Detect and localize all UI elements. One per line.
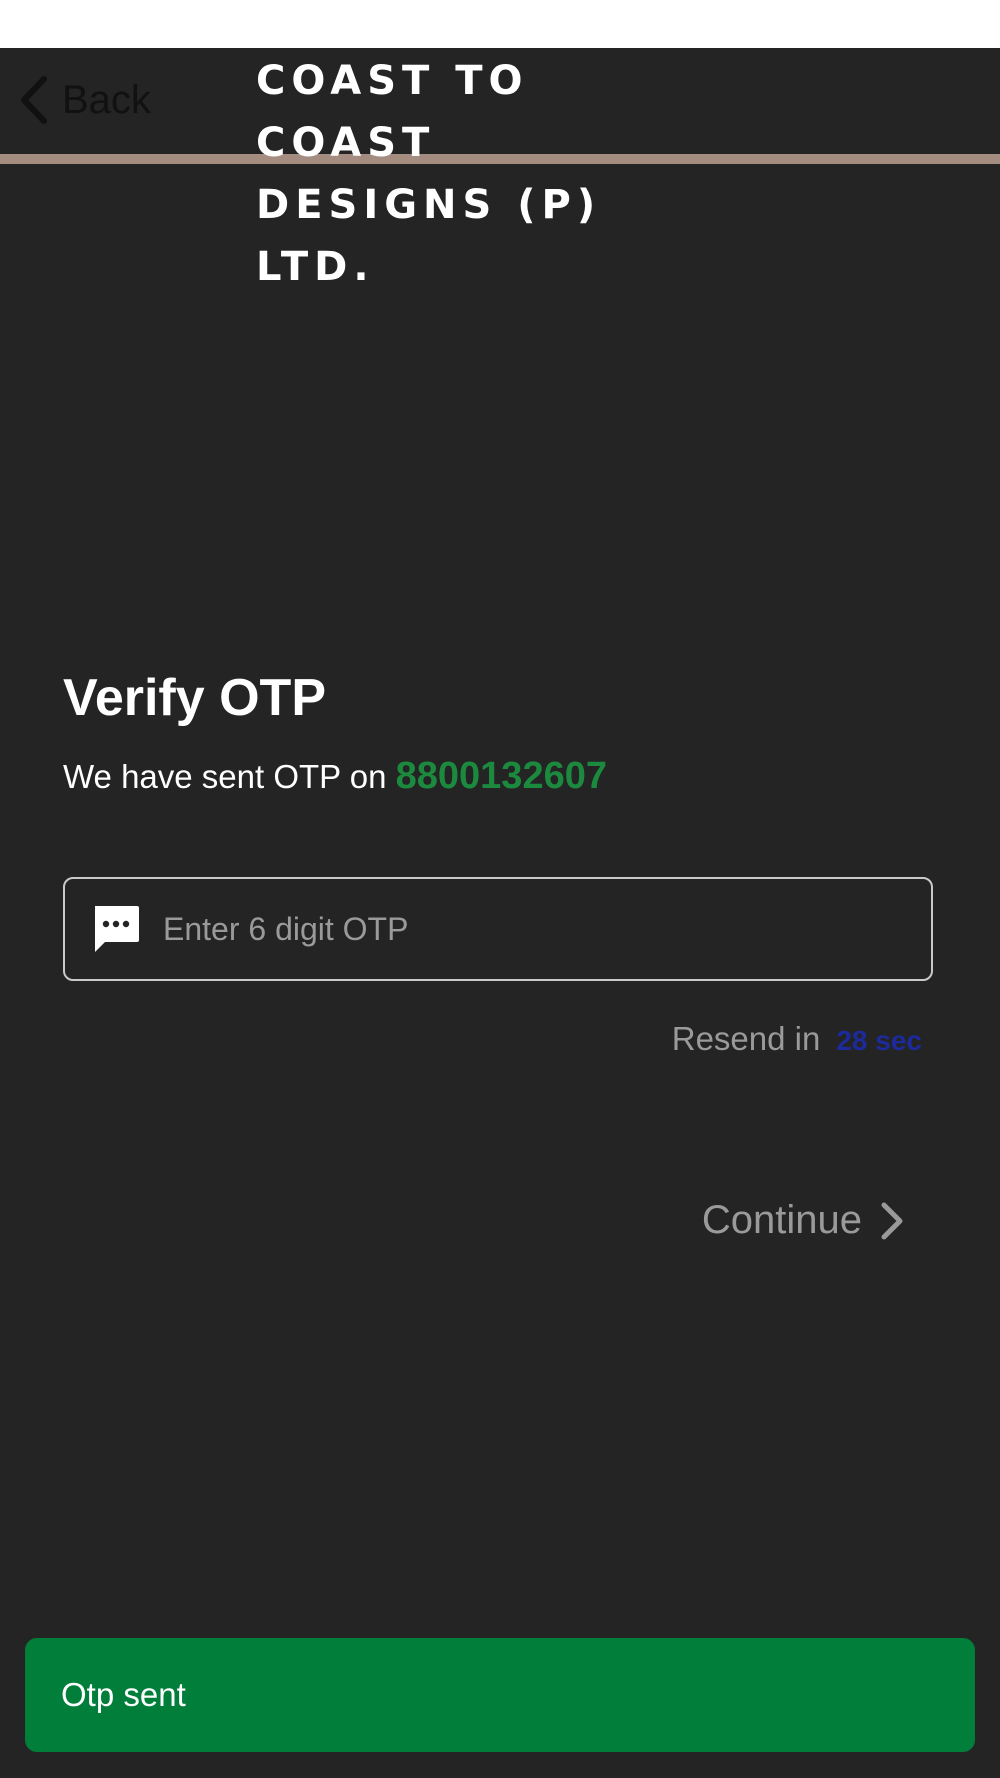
phone-number: 8800132607 bbox=[395, 755, 607, 797]
status-bar bbox=[0, 0, 1000, 48]
back-button[interactable]: Back bbox=[18, 72, 151, 128]
message-icon bbox=[95, 906, 139, 952]
otp-field[interactable] bbox=[63, 877, 933, 981]
otp-sent-text: We have sent OTP on bbox=[63, 758, 387, 795]
resend-label: Resend in bbox=[671, 1020, 821, 1057]
continue-label: Continue bbox=[701, 1198, 862, 1242]
brand-line-2: DESIGNS (P) LTD. bbox=[256, 182, 602, 290]
brand-logo: COAST TO COAST DESIGNS (P) LTD. bbox=[256, 50, 716, 298]
resend-row: Resend in 28 sec bbox=[672, 1020, 922, 1058]
toast-notification: Otp sent bbox=[25, 1638, 975, 1752]
page-title: Verify OTP bbox=[63, 669, 326, 727]
toast-message: Otp sent bbox=[61, 1676, 186, 1713]
otp-input[interactable] bbox=[163, 899, 903, 959]
continue-button[interactable]: Continue bbox=[702, 1198, 904, 1243]
chevron-right-icon bbox=[881, 1202, 903, 1239]
brand-line-1: COAST TO COAST bbox=[256, 58, 529, 166]
resend-timer: 28 sec bbox=[836, 1025, 922, 1056]
back-label: Back bbox=[62, 77, 151, 122]
chevron-left-icon bbox=[21, 76, 47, 124]
otp-sent-message: We have sent OTP on 8800132607 bbox=[63, 755, 607, 798]
